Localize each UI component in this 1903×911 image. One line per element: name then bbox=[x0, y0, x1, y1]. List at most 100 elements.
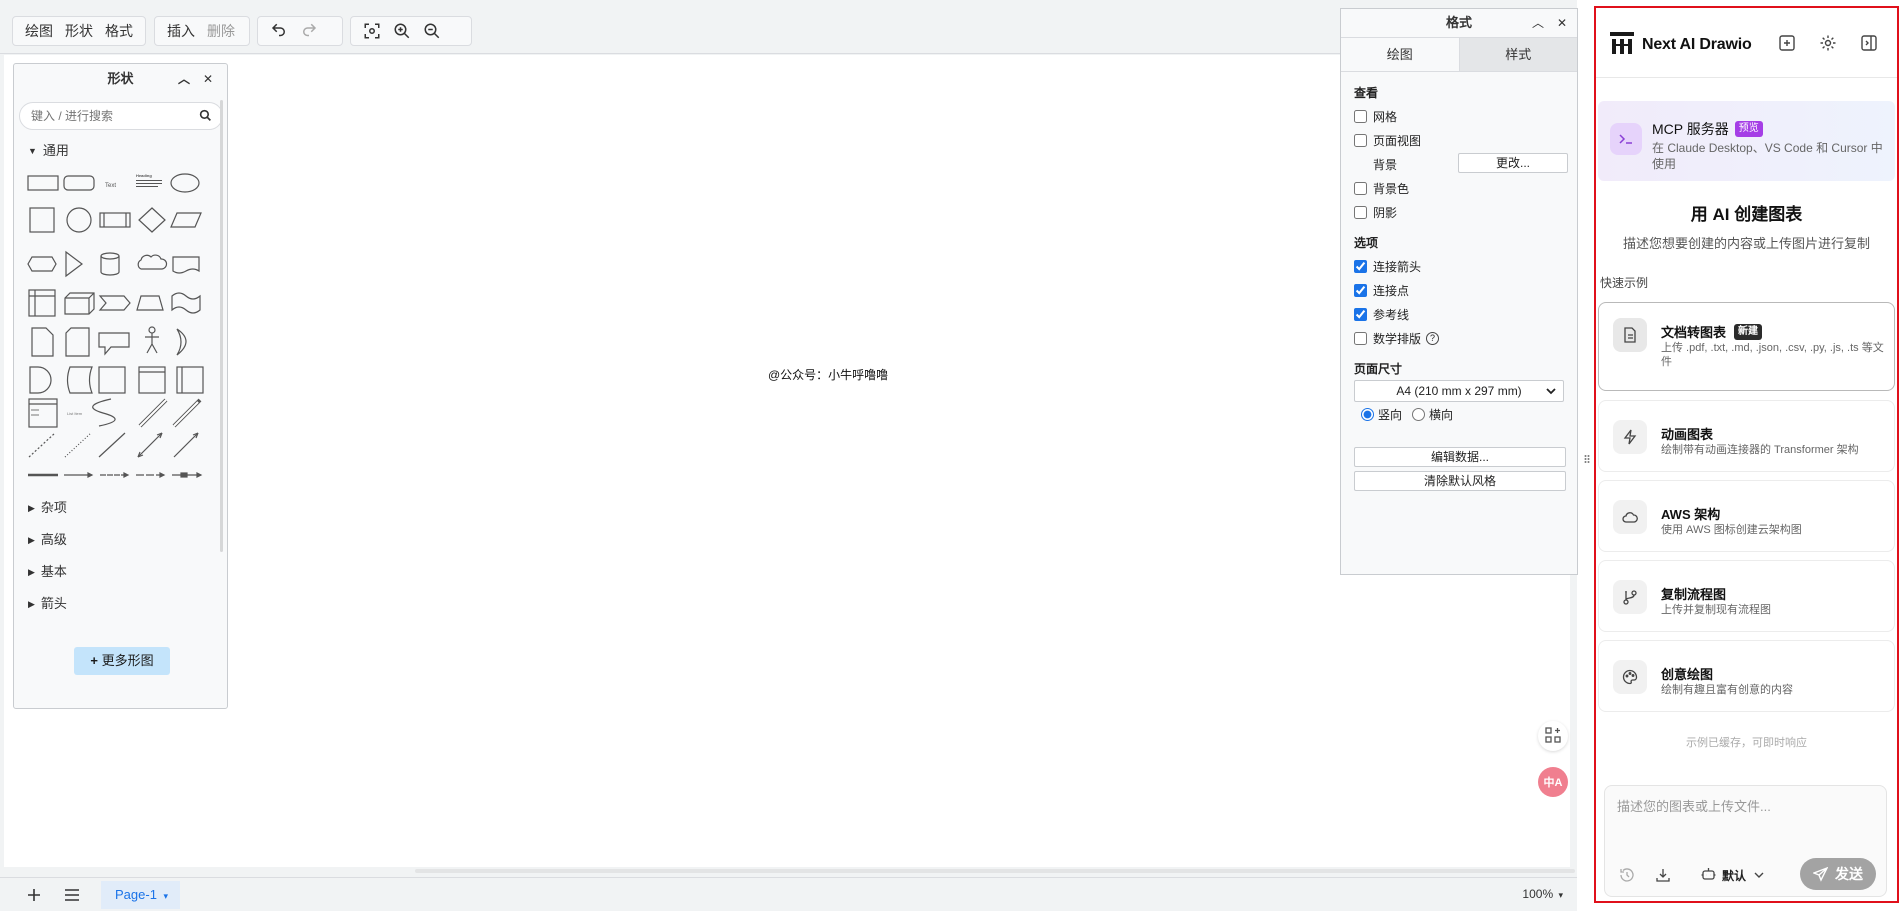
shape-search-input[interactable] bbox=[20, 103, 180, 129]
panel-resize-handle[interactable] bbox=[1584, 452, 1590, 463]
delete-button[interactable]: 删除 bbox=[201, 17, 241, 45]
edit-data-button[interactable]: 编辑数据... bbox=[1354, 447, 1566, 467]
example-copy-flowchart[interactable]: 复制流程图 上传并复制现有流程图 bbox=[1598, 560, 1895, 632]
redo-icon[interactable] bbox=[294, 17, 324, 45]
or-shape bbox=[176, 328, 187, 356]
portrait-radio[interactable] bbox=[1361, 407, 1374, 421]
translate-button[interactable]: 中A bbox=[1538, 767, 1568, 797]
bidirectional-connector-shape bbox=[137, 432, 163, 458]
swimlane-shape bbox=[138, 366, 166, 394]
example-description: 上传并复制现有流程图 bbox=[1661, 604, 1771, 616]
settings-gear-icon[interactable] bbox=[1819, 34, 1839, 54]
page-tab[interactable]: Page-1 ▾ bbox=[101, 881, 181, 909]
triangle-shape bbox=[65, 250, 83, 278]
example-aws-architecture[interactable]: AWS 架构 使用 AWS 图标创建云架构图 bbox=[1598, 480, 1895, 552]
chevron-down-icon: ▾ bbox=[1558, 890, 1563, 900]
insert-group: 插入 删除 bbox=[154, 16, 250, 46]
bg-color-checkbox[interactable] bbox=[1354, 181, 1367, 195]
drawing-canvas[interactable] bbox=[4, 55, 1570, 867]
collapse-panel-icon[interactable] bbox=[1860, 34, 1880, 54]
zoom-in-icon[interactable] bbox=[387, 17, 417, 45]
note-shape bbox=[31, 327, 54, 357]
undo-icon[interactable] bbox=[264, 17, 294, 45]
example-title: 复制流程图 bbox=[1661, 587, 1727, 602]
math-checkbox[interactable] bbox=[1354, 331, 1367, 345]
connect-points-label: 连接点 bbox=[1373, 283, 1410, 298]
connect-arrows-option[interactable]: 连接箭头 bbox=[1341, 254, 1577, 278]
grid-option[interactable]: 网格 bbox=[1341, 104, 1577, 128]
shapes-scrollbar[interactable] bbox=[220, 100, 223, 552]
directional-connector-shape bbox=[173, 432, 199, 458]
model-selector[interactable]: 默认 bbox=[1701, 864, 1764, 886]
model-name: 默认 bbox=[1722, 868, 1747, 883]
tab-draw[interactable]: 绘图 bbox=[1341, 38, 1459, 71]
category-advanced[interactable]: ▶ 高级 bbox=[14, 529, 227, 551]
page-size-select[interactable]: A4 (210 mm x 297 mm) bbox=[1354, 380, 1564, 402]
example-description: 上传 .pdf, .txt, .md, .json, .csv, .py, .j… bbox=[1661, 342, 1884, 368]
help-icon[interactable]: ? bbox=[1426, 331, 1440, 345]
category-general[interactable]: ▼ 通用 bbox=[14, 140, 227, 162]
category-arrows[interactable]: ▶ 箭头 bbox=[14, 593, 227, 615]
shadow-option[interactable]: 阴影 bbox=[1341, 200, 1577, 224]
change-background-button[interactable]: 更改... bbox=[1458, 153, 1568, 173]
landscape-radio[interactable] bbox=[1412, 407, 1426, 421]
chat-input[interactable] bbox=[1617, 796, 1877, 836]
collapsed-icon: ▶ bbox=[28, 599, 35, 609]
example-animated-diagram[interactable]: 动画图表 绘制带有动画连接器的 Transformer 架构 bbox=[1598, 400, 1895, 472]
zoom-level[interactable]: 100% ▾ bbox=[1522, 887, 1563, 901]
connect-points-option[interactable]: 连接点 bbox=[1341, 278, 1577, 302]
hero-title: 用 AI 创建图表 bbox=[1690, 205, 1803, 224]
example-doc-to-diagram[interactable]: 文档转图表 新建 上传 .pdf, .txt, .md, .json, .csv… bbox=[1598, 302, 1895, 391]
connect-points-checkbox[interactable] bbox=[1354, 283, 1367, 297]
horizontal-scrollbar[interactable] bbox=[415, 869, 1575, 873]
fit-icon[interactable] bbox=[357, 17, 387, 45]
diagram-editor: 绘图 形状 格式 插入 删除 @公众号：小牛呼噜噜 形状 ︿ ✕ 键入 / 进行… bbox=[0, 0, 1578, 911]
page-view-checkbox[interactable] bbox=[1354, 133, 1367, 147]
diamond-shape bbox=[138, 207, 166, 233]
math-option[interactable]: 数学排版 ? bbox=[1341, 326, 1577, 350]
landscape-label: 横向 bbox=[1429, 407, 1454, 422]
bg-color-label: 背景色 bbox=[1373, 181, 1410, 196]
guides-label: 参考线 bbox=[1373, 307, 1410, 322]
grid-checkbox[interactable] bbox=[1354, 109, 1367, 123]
guides-option[interactable]: 参考线 bbox=[1341, 302, 1577, 326]
download-icon[interactable] bbox=[1653, 865, 1673, 885]
insert-button[interactable]: 插入 bbox=[161, 17, 201, 45]
canvas-watermark[interactable]: @公众号：小牛呼噜噜 bbox=[768, 366, 888, 383]
category-misc[interactable]: ▶ 杂项 bbox=[14, 497, 227, 519]
mcp-server-card[interactable]: MCP 服务器 预览 在 Claude Desktop、VS Code 和 Cu… bbox=[1598, 101, 1895, 181]
preview-badge: 预览 bbox=[1734, 121, 1763, 137]
page-view-option[interactable]: 页面视图 bbox=[1341, 128, 1577, 152]
category-basic[interactable]: ▶ 基本 bbox=[14, 561, 227, 583]
add-page-icon[interactable] bbox=[24, 885, 44, 905]
collapse-icon[interactable]: ︿ bbox=[1529, 9, 1547, 37]
search-icon[interactable] bbox=[199, 109, 212, 125]
step-shape bbox=[98, 295, 131, 311]
lightning-icon bbox=[1613, 420, 1647, 454]
shapes-grid[interactable]: Text Heading List Item bbox=[27, 168, 209, 486]
bg-color-option[interactable]: 背景色 bbox=[1341, 176, 1577, 200]
pages-menu-icon[interactable] bbox=[62, 885, 82, 905]
more-shapes-label: 更多形图 bbox=[101, 653, 154, 668]
collapse-icon[interactable]: ︿ bbox=[175, 64, 193, 94]
send-button[interactable]: 发送 bbox=[1800, 858, 1876, 890]
shadow-checkbox[interactable] bbox=[1354, 205, 1367, 219]
process-shape bbox=[99, 212, 131, 228]
clear-default-style-button[interactable]: 清除默认风格 bbox=[1354, 471, 1566, 491]
connect-arrows-checkbox[interactable] bbox=[1354, 259, 1367, 273]
close-icon[interactable]: ✕ bbox=[199, 64, 217, 94]
close-icon[interactable]: ✕ bbox=[1553, 9, 1571, 37]
example-creative-drawing[interactable]: 创意绘图 绘制有趣且富有创意的内容 bbox=[1598, 640, 1895, 712]
menu-draw[interactable]: 绘图 bbox=[19, 17, 59, 45]
shapes-panel-header: 形状 ︿ ✕ bbox=[14, 64, 227, 94]
history-icon[interactable] bbox=[1617, 865, 1637, 885]
menu-shapes[interactable]: 形状 bbox=[59, 17, 99, 45]
guides-checkbox[interactable] bbox=[1354, 307, 1367, 321]
more-shapes-button[interactable]: + 更多形图 bbox=[74, 647, 170, 675]
format-panel-header: 格式 ︿ ✕ bbox=[1341, 9, 1577, 37]
tab-style[interactable]: 样式 bbox=[1458, 38, 1577, 71]
new-chat-icon[interactable] bbox=[1778, 34, 1798, 54]
menu-format[interactable]: 格式 bbox=[99, 17, 139, 45]
zoom-out-icon[interactable] bbox=[417, 17, 447, 45]
app-grid-button[interactable] bbox=[1538, 721, 1568, 751]
